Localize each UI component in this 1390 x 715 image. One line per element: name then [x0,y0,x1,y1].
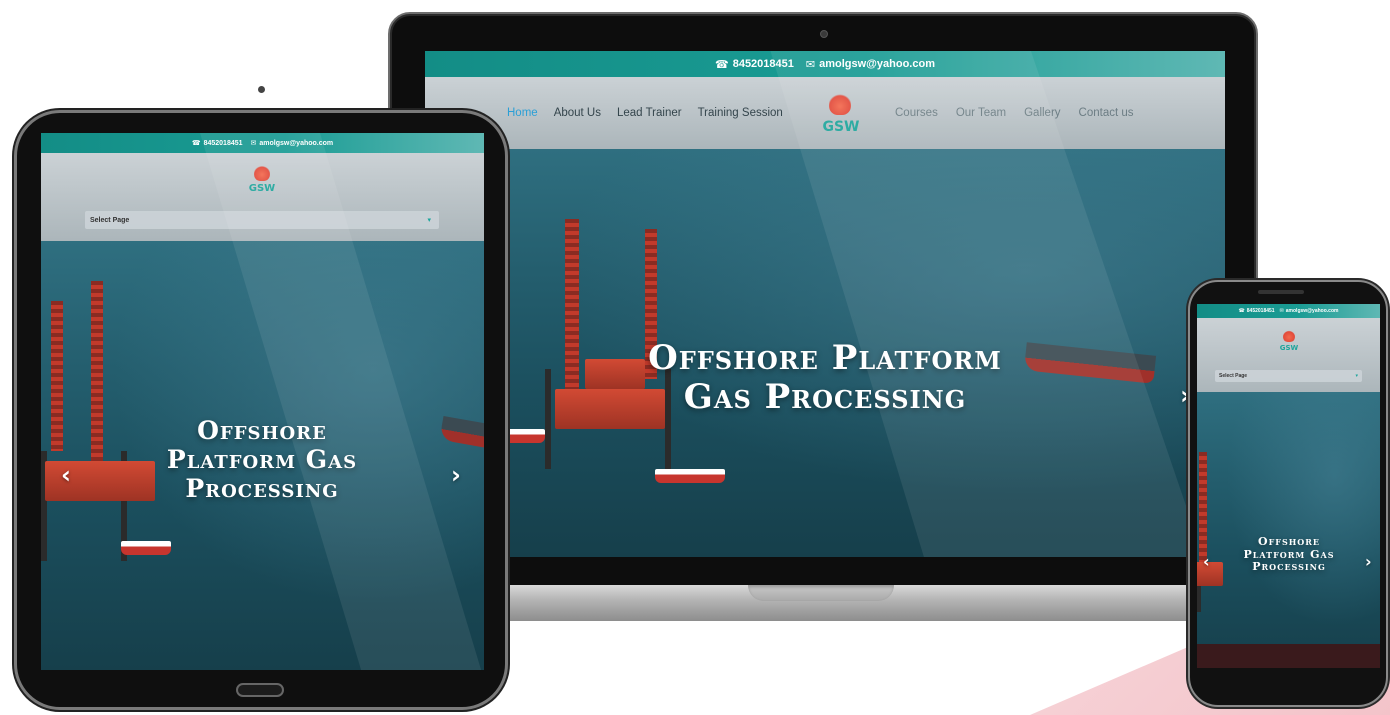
contact-phone-text: 8452018451 [203,139,243,147]
nav-about-us[interactable]: About Us [554,107,601,119]
site-header: Home About Us Lead Trainer Training Sess… [425,77,1225,149]
site-header: GSW Select Page ▾ [41,153,484,241]
hero-slider: Offshore Platform Gas Processing ‹ › [1197,392,1380,668]
slider-next-arrow[interactable]: › [451,461,461,489]
tablet-home-button[interactable] [236,683,284,697]
tanker-ship-image [1023,342,1157,384]
top-contact-bar: ☎ 8452018451 ✉ amolgsw@yahoo.com [41,133,484,153]
main-nav-right: Courses Our Team Gallery Contact us [895,107,1134,119]
tablet-screen: ☎ 8452018451 ✉ amolgsw@yahoo.com GSW Sel… [41,133,484,670]
hero-slider: Offshore Platform Gas Processing ‹ › [41,241,484,670]
nav-lead-trainer[interactable]: Lead Trainer [617,107,682,119]
hero-title: Offshore Platform Gas Processing [166,416,358,503]
contact-email[interactable]: ✉ amolgsw@yahoo.com [806,58,935,71]
contact-email[interactable]: ✉ amolgsw@yahoo.com [250,139,334,148]
top-contact-bar: ☎ 8452018451 ✉ amolgsw@yahoo.com [425,51,1225,77]
chevron-down-icon: ▾ [1355,373,1358,379]
logo-flame-icon [1283,330,1295,342]
oil-rig-image [1197,452,1233,622]
hero-title: Offshore Platform Gas Processing [648,338,1002,418]
select-page-label: Select Page [1219,373,1248,379]
phone-screen: ☎ 8452018451 ✉ amolgsw@yahoo.com GSW Sel… [1197,304,1380,668]
slider-next-arrow[interactable]: › [1365,552,1372,571]
contact-email-text: amolgsw@yahoo.com [1285,308,1339,314]
mobile-menu-select[interactable]: Select Page ▾ [85,211,439,229]
site-logo[interactable]: GSW [245,183,279,194]
chevron-down-icon: ▾ [427,217,431,224]
phone-screen-bottom-bar [1197,644,1380,668]
tablet-camera [258,86,265,93]
top-contact-bar: ☎ 8452018451 ✉ amolgsw@yahoo.com [1197,304,1380,318]
laptop-camera [820,30,828,38]
contact-phone-text: 8452018451 [1246,308,1275,314]
logo-flame-icon [254,165,270,181]
laptop-trackpad-notch [748,585,894,601]
contact-phone[interactable]: ☎ 8452018451 [1239,308,1275,314]
phone-icon: ☎ [1238,308,1245,314]
phone-speaker [1258,290,1304,294]
contact-phone-text: 8452018451 [732,58,794,70]
support-boat-image [121,541,171,555]
contact-email-text: amolgsw@yahoo.com [819,58,935,70]
select-page-label: Select Page [90,216,130,224]
contact-phone[interactable]: ☎ 8452018451 [191,139,243,148]
main-nav-left: Home About Us Lead Trainer Training Sess… [507,107,783,119]
tanker-ship-image [439,415,484,451]
site-logo[interactable]: GSW [1277,344,1301,352]
envelope-icon: ✉ [805,58,816,71]
envelope-icon: ✉ [1279,308,1284,314]
site-logo[interactable]: GSW [821,119,861,135]
phone-icon: ☎ [191,140,201,147]
contact-email[interactable]: ✉ amolgsw@yahoo.com [1280,308,1339,314]
nav-contact-us[interactable]: Contact us [1079,107,1134,119]
envelope-icon: ✉ [250,140,257,147]
phone-icon: ☎ [715,58,729,71]
slider-prev-arrow[interactable]: ‹ [61,461,71,489]
nav-courses[interactable]: Courses [895,107,938,119]
nav-gallery[interactable]: Gallery [1024,107,1060,119]
laptop-screen: ☎ 8452018451 ✉ amolgsw@yahoo.com Home Ab… [425,51,1225,557]
hero-slider: Offshore Platform Gas Processing › [425,149,1225,557]
slider-prev-arrow[interactable]: ‹ [1203,552,1210,571]
mobile-menu-select[interactable]: Select Page ▾ [1215,370,1362,382]
contact-phone[interactable]: ☎ 8452018451 [715,58,794,71]
hero-title: Offshore Platform Gas Processing [1243,535,1335,574]
nav-home[interactable]: Home [507,107,538,119]
nav-training-session[interactable]: Training Session [698,107,783,119]
contact-email-text: amolgsw@yahoo.com [259,139,334,147]
site-header: GSW Select Page ▾ [1197,318,1380,392]
support-boat-image [655,469,725,483]
nav-our-team[interactable]: Our Team [956,107,1006,119]
logo-flame-icon [829,93,851,115]
